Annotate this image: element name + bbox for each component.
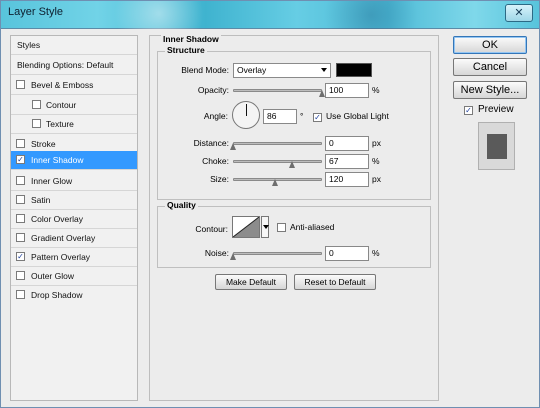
close-button[interactable]: ✕ xyxy=(505,4,533,22)
anti-aliased-label: Anti-aliased xyxy=(290,222,335,232)
checkbox-bevel-emboss[interactable] xyxy=(16,80,25,89)
blend-mode-select[interactable]: Overlay xyxy=(233,63,331,78)
preview-checkbox[interactable]: ✓ xyxy=(464,106,473,115)
distance-slider-handle[interactable] xyxy=(229,143,237,151)
title-bar[interactable]: Layer Style ✕ xyxy=(1,1,539,29)
use-global-light-checkbox[interactable]: ✓ xyxy=(313,113,322,122)
window-title: Layer Style xyxy=(8,6,64,18)
distance-input[interactable]: 0 xyxy=(325,136,369,151)
sidebar-item-label: Outer Glow xyxy=(31,271,74,281)
angle-dial[interactable] xyxy=(232,101,260,129)
angle-input[interactable]: 86 xyxy=(263,109,297,124)
checkbox-texture[interactable] xyxy=(32,119,41,128)
size-unit: px xyxy=(372,174,381,184)
sidebar-item-bevel-emboss[interactable]: Bevel & Emboss xyxy=(11,76,137,95)
distance-unit: px xyxy=(372,138,381,148)
checkbox-satin[interactable] xyxy=(16,195,25,204)
checkbox-contour[interactable] xyxy=(32,100,41,109)
blend-mode-label: Blend Mode: xyxy=(181,65,229,75)
noise-unit: % xyxy=(372,248,380,258)
sidebar-item-label: Color Overlay xyxy=(31,214,83,224)
sidebar-header-styles[interactable]: Styles xyxy=(11,36,137,55)
structure-title: Structure xyxy=(165,45,207,55)
choke-slider-track[interactable] xyxy=(233,160,322,163)
opacity-input[interactable]: 100 xyxy=(325,83,369,98)
sidebar-item-label: Contour xyxy=(46,100,77,110)
checkbox-drop-shadow[interactable] xyxy=(16,290,25,299)
distance-label: Distance: xyxy=(193,138,229,148)
distance-slider-track[interactable] xyxy=(233,142,322,145)
choke-input[interactable]: 67 xyxy=(325,154,369,169)
size-slider-handle[interactable] xyxy=(272,179,279,187)
blend-mode-value: Overlay xyxy=(237,65,267,75)
sidebar-item-drop-shadow[interactable]: Drop Shadow xyxy=(11,286,137,305)
style-preview xyxy=(478,122,515,170)
choke-unit: % xyxy=(372,156,380,166)
noise-label: Noise: xyxy=(204,248,229,258)
sidebar-item-label: Texture xyxy=(46,119,74,129)
preview-label: Preview xyxy=(478,104,514,115)
noise-input[interactable]: 0 xyxy=(325,246,369,261)
anti-aliased-checkbox[interactable] xyxy=(277,223,286,232)
layer-style-dialog: Layer Style ✕ Styles Blending Options: D… xyxy=(0,0,540,408)
noise-slider-track[interactable] xyxy=(233,252,322,255)
opacity-unit: % xyxy=(372,85,380,95)
angle-unit: ° xyxy=(300,111,304,121)
contour-dropdown-button[interactable] xyxy=(261,216,269,238)
angle-label: Angle: xyxy=(203,111,228,121)
shadow-color-swatch[interactable] xyxy=(336,63,372,77)
opacity-label: Opacity: xyxy=(197,85,229,95)
sidebar-item-label: Pattern Overlay xyxy=(31,252,91,262)
contour-preview[interactable] xyxy=(232,216,260,238)
checkbox-inner-glow[interactable] xyxy=(16,176,25,185)
title-bar-highlight xyxy=(111,1,231,29)
sidebar-item-label: Bevel & Emboss xyxy=(31,80,94,90)
checkbox-gradient-overlay[interactable] xyxy=(16,233,25,242)
sidebar-item-label: Inner Shadow xyxy=(31,155,84,165)
sidebar-item-label: Satin xyxy=(31,195,51,205)
chevron-down-icon xyxy=(321,68,327,72)
sidebar-item-texture[interactable]: Texture xyxy=(11,115,137,134)
sidebar-item-gradient-overlay[interactable]: Gradient Overlay xyxy=(11,229,137,248)
contour-curve-icon xyxy=(232,216,260,238)
reset-to-default-button[interactable]: Reset to Default xyxy=(294,274,376,290)
sidebar-item-label: Drop Shadow xyxy=(31,290,83,300)
sidebar-item-blending-options[interactable]: Blending Options: Default xyxy=(11,56,137,75)
ok-button[interactable]: OK xyxy=(453,36,527,54)
styles-sidebar: Styles Blending Options: Default Bevel &… xyxy=(10,35,138,401)
checkbox-outer-glow[interactable] xyxy=(16,271,25,280)
opacity-slider-track[interactable] xyxy=(233,89,322,92)
use-global-light-label: Use Global Light xyxy=(326,111,389,121)
sidebar-item-label: Inner Glow xyxy=(31,176,73,186)
quality-title: Quality xyxy=(165,200,198,210)
contour-label: Contour: xyxy=(195,224,228,234)
sidebar-item-inner-shadow[interactable]: ✓ Inner Shadow xyxy=(11,151,137,170)
sidebar-item-contour[interactable]: Contour xyxy=(11,96,137,115)
checkbox-stroke[interactable] xyxy=(16,139,25,148)
preview-swatch xyxy=(487,134,507,159)
title-bar-shade xyxy=(301,1,441,29)
size-label: Size: xyxy=(210,174,229,184)
quality-group xyxy=(157,206,431,268)
effect-settings-panel: Inner Shadow Structure Blend Mode: Overl… xyxy=(149,34,439,401)
sidebar-item-pattern-overlay[interactable]: ✓ Pattern Overlay xyxy=(11,248,137,267)
panel-title: Inner Shadow xyxy=(161,34,221,44)
size-input[interactable]: 120 xyxy=(325,172,369,187)
sidebar-item-satin[interactable]: Satin xyxy=(11,191,137,210)
noise-slider-handle[interactable] xyxy=(229,253,237,261)
cancel-button[interactable]: Cancel xyxy=(453,58,527,76)
make-default-button[interactable]: Make Default xyxy=(215,274,287,290)
checkbox-pattern-overlay[interactable]: ✓ xyxy=(16,252,25,261)
choke-label: Choke: xyxy=(202,156,229,166)
choke-slider-handle[interactable] xyxy=(289,161,296,169)
checkbox-inner-shadow[interactable]: ✓ xyxy=(16,155,25,164)
sidebar-item-outer-glow[interactable]: Outer Glow xyxy=(11,267,137,286)
checkbox-color-overlay[interactable] xyxy=(16,214,25,223)
sidebar-item-label: Gradient Overlay xyxy=(31,233,96,243)
new-style-button[interactable]: New Style... xyxy=(453,81,527,99)
sidebar-item-color-overlay[interactable]: Color Overlay xyxy=(11,210,137,229)
sidebar-item-inner-glow[interactable]: Inner Glow xyxy=(11,172,137,191)
